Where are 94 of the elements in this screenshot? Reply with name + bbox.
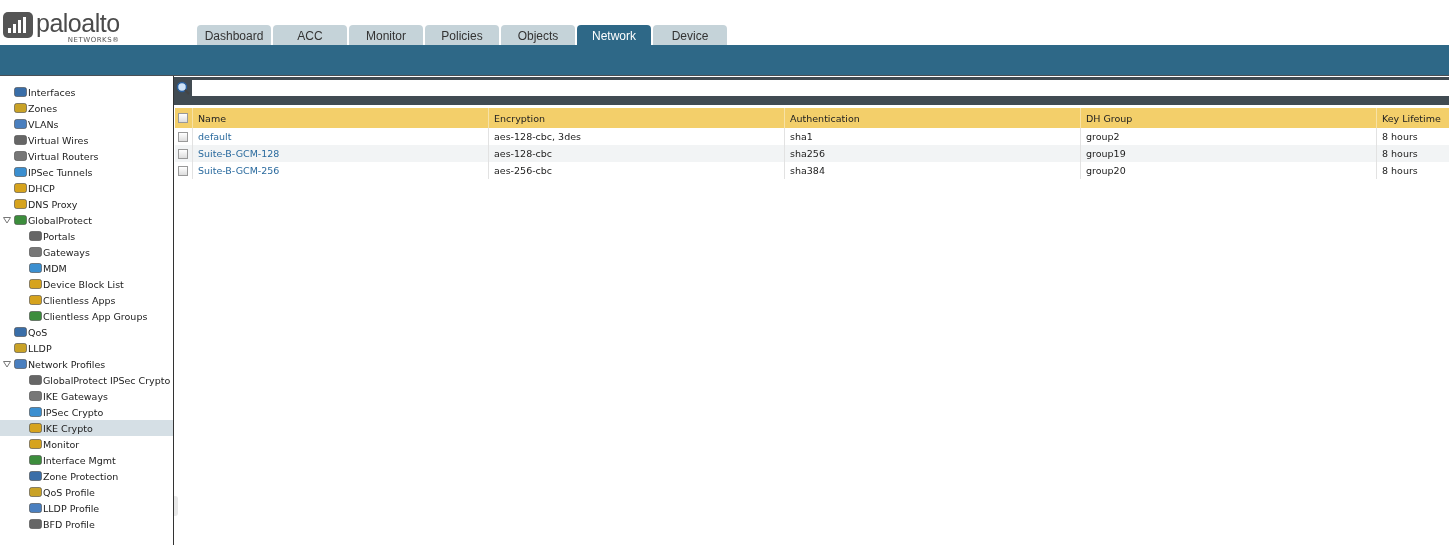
table-cell: sha1: [790, 131, 813, 142]
table-cell: aes-128-cbc, 3des: [494, 131, 581, 142]
nav-tab[interactable]: Device: [653, 25, 727, 45]
square-icon: [14, 86, 27, 98]
tree-item[interactable]: IKE Gateways: [0, 388, 173, 404]
table-cell: aes-128-cbc: [494, 148, 553, 159]
tree-item[interactable]: Device Block List: [0, 276, 173, 292]
square-icon: [14, 118, 27, 130]
tree-item[interactable]: DHCP: [0, 180, 173, 196]
square-icon: [14, 102, 27, 114]
logo-icon: [3, 12, 33, 38]
square-icon: [29, 390, 42, 402]
search-icon[interactable]: [176, 81, 190, 95]
square-icon: [29, 422, 42, 434]
table-cell: aes-256-cbc: [494, 165, 553, 176]
table-cell: sha384: [790, 165, 825, 176]
tree-item[interactable]: IPSec Tunnels: [0, 164, 173, 180]
checkbox[interactable]: [178, 165, 188, 176]
column-header[interactable]: Name: [198, 112, 227, 124]
square-icon: [14, 134, 27, 146]
square-icon: [29, 294, 42, 306]
table-cell: 8 hours: [1382, 165, 1418, 176]
column-header[interactable]: DH Group: [1086, 112, 1133, 124]
checkbox[interactable]: [178, 148, 188, 159]
tree-item[interactable]: Interfaces: [0, 84, 173, 100]
table-cell: group19: [1086, 148, 1126, 159]
tree-item[interactable]: GlobalProtect IPSec Crypto: [0, 372, 173, 388]
square-icon: [29, 278, 42, 290]
square-icon: [14, 214, 27, 226]
tree-item[interactable]: Gateways: [0, 244, 173, 260]
tree-item[interactable]: IPSec Crypto: [0, 404, 173, 420]
table-cell: sha256: [790, 148, 825, 159]
checkbox[interactable]: [178, 131, 188, 142]
square-icon: [14, 342, 27, 354]
tree-item[interactable]: Virtual Routers: [0, 148, 173, 164]
square-icon: [29, 262, 42, 274]
square-icon: [29, 454, 42, 466]
square-icon: [14, 150, 27, 162]
name-link[interactable]: Suite-B-GCM-256: [198, 165, 280, 176]
tree-item[interactable]: BFD Profile: [0, 516, 173, 532]
square-icon: [29, 518, 42, 530]
tree-item[interactable]: GlobalProtect: [0, 212, 173, 228]
tree-item[interactable]: LLDP Profile: [0, 500, 173, 516]
collapse-arrow-icon[interactable]: [3, 360, 11, 368]
tree-item[interactable]: Clientless Apps: [0, 292, 173, 308]
table-cell: 8 hours: [1382, 148, 1418, 159]
column-header[interactable]: Authentication: [790, 112, 860, 124]
collapse-arrow-icon[interactable]: [3, 216, 11, 224]
square-icon: [29, 438, 42, 450]
tree-item[interactable]: Network Profiles: [0, 356, 173, 372]
square-icon: [14, 198, 27, 210]
tree-item[interactable]: Portals: [0, 228, 173, 244]
nav-tab[interactable]: Network: [577, 25, 651, 45]
square-icon: [14, 182, 27, 194]
tree-item[interactable]: QoS Profile: [0, 484, 173, 500]
nav-tab[interactable]: Monitor: [349, 25, 423, 45]
nav-tab[interactable]: ACC: [273, 25, 347, 45]
search-field[interactable]: [192, 80, 1449, 96]
square-icon: [29, 246, 42, 258]
square-icon: [29, 374, 42, 386]
square-icon: [29, 470, 42, 482]
checkbox[interactable]: [178, 113, 188, 123]
column-header[interactable]: Key Lifetime: [1382, 112, 1441, 124]
collapse-handle[interactable]: [174, 496, 178, 516]
tree-item[interactable]: Monitor: [0, 436, 173, 452]
tree-item[interactable]: DNS Proxy: [0, 196, 173, 212]
square-icon: [29, 502, 42, 514]
tree-item[interactable]: Zones: [0, 100, 173, 116]
nav-tab[interactable]: Dashboard: [197, 25, 271, 45]
square-icon: [14, 326, 27, 338]
square-icon: [29, 486, 42, 498]
column-header[interactable]: Encryption: [494, 112, 545, 124]
tree-item[interactable]: Clientless App Groups: [0, 308, 173, 324]
logo-name: paloalto: [36, 11, 120, 36]
tree-item[interactable]: Zone Protection: [0, 468, 173, 484]
name-link[interactable]: Suite-B-GCM-128: [198, 148, 280, 159]
table-cell: group20: [1086, 165, 1126, 176]
tree-item[interactable]: LLDP: [0, 340, 173, 356]
table-cell: group2: [1086, 131, 1120, 142]
tree-item[interactable]: Virtual Wires: [0, 132, 173, 148]
tree-item[interactable]: Interface Mgmt: [0, 452, 173, 468]
tree-item[interactable]: VLANs: [0, 116, 173, 132]
square-icon: [14, 358, 27, 370]
square-icon: [29, 406, 42, 418]
tree-item[interactable]: QoS: [0, 324, 173, 340]
square-icon: [29, 230, 42, 242]
square-icon: [29, 310, 42, 322]
tree-item[interactable]: IKE Crypto: [0, 420, 173, 436]
nav-tab[interactable]: Policies: [425, 25, 499, 45]
name-link[interactable]: default: [198, 131, 232, 142]
nav-tab[interactable]: Objects: [501, 25, 575, 45]
tree-item[interactable]: MDM: [0, 260, 173, 276]
square-icon: [14, 166, 27, 178]
table-cell: 8 hours: [1382, 131, 1418, 142]
